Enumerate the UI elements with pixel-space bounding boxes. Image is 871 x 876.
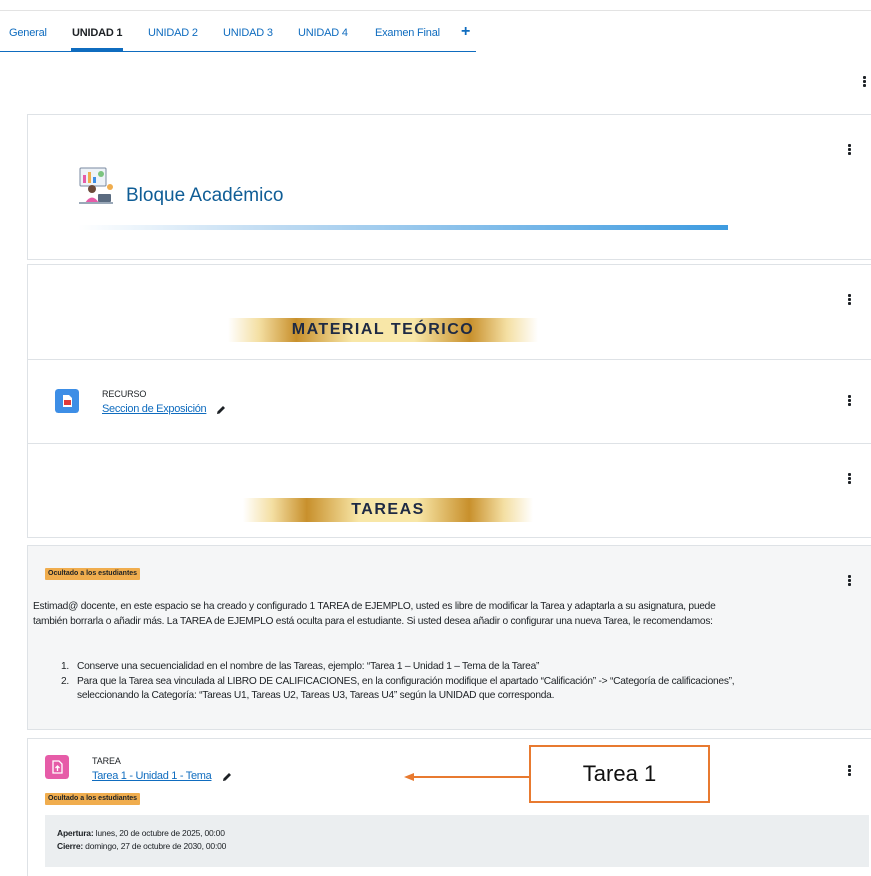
section-menu-icon[interactable] — [860, 74, 870, 88]
annotation-arrow-icon — [404, 773, 530, 781]
activity-type-label: RECURSO — [102, 389, 147, 399]
activity-dates: Apertura: lunes, 20 de octubre de 2025, … — [45, 815, 869, 867]
bloque-academico-card: Bloque Académico — [27, 114, 871, 260]
card-menu-icon[interactable] — [845, 292, 855, 306]
section-tabs: General UNIDAD 1 UNIDAD 2 UNIDAD 3 UNIDA… — [0, 20, 476, 52]
tab-unidad-1[interactable]: UNIDAD 1 — [70, 27, 124, 51]
tareas-banner: TAREAS — [243, 498, 533, 522]
card-menu-icon[interactable] — [845, 573, 855, 587]
list-item: 1. Conserve una secuencialidad en el nomb… — [61, 661, 540, 672]
edit-pencil-icon[interactable] — [222, 772, 232, 782]
recurso-activity: RECURSO Seccion de Exposición — [27, 359, 871, 444]
tab-unidad-3[interactable]: UNIDAD 3 — [223, 27, 273, 39]
tab-unidad-4[interactable]: UNIDAD 4 — [298, 27, 348, 39]
bloque-title: Bloque Académico — [126, 185, 284, 206]
apertura-date: Apertura: lunes, 20 de octubre de 2025, … — [57, 828, 225, 838]
note-list: 1. Conserve una secuencialidad en el nomb… — [61, 660, 741, 704]
tab-general[interactable]: General — [9, 27, 47, 39]
note-card: Ocultado a los estudiantes Estimad@ doce… — [27, 545, 871, 730]
activity-menu-icon[interactable] — [845, 393, 855, 407]
tarea-link[interactable]: Tarea 1 - Unidad 1 - Tema — [92, 770, 212, 782]
material-teorico-card: MATERIAL TEÓRICO — [27, 264, 871, 360]
hidden-badge: Ocultado a los estudiantes — [45, 793, 141, 805]
assignment-upload-icon — [45, 755, 69, 779]
tareas-card: TAREAS — [27, 443, 871, 538]
activity-menu-icon[interactable] — [845, 763, 855, 777]
plus-icon[interactable]: + — [461, 23, 470, 41]
pdf-file-icon — [55, 389, 79, 413]
activity-type-label: TAREA — [92, 756, 121, 766]
teacher-illustration-icon — [79, 167, 113, 204]
top-divider — [0, 10, 871, 11]
material-teorico-banner: MATERIAL TEÓRICO — [228, 318, 538, 342]
list-item: 2. Para que la Tarea sea vinculada al LIB… — [61, 675, 735, 702]
hidden-badge: Ocultado a los estudiantes — [45, 568, 141, 580]
edit-pencil-icon[interactable] — [216, 405, 226, 415]
recurso-link[interactable]: Seccion de Exposición — [102, 403, 207, 415]
title-underline — [78, 225, 728, 230]
note-paragraph: Estimad@ docente, en este espacio se ha … — [33, 601, 716, 627]
card-menu-icon[interactable] — [845, 142, 855, 156]
annotation-label: Tarea 1 — [529, 745, 710, 803]
tab-unidad-2[interactable]: UNIDAD 2 — [148, 27, 198, 39]
cierre-date: Cierre: domingo, 27 de octubre de 2030, … — [57, 841, 227, 851]
tab-examen-final[interactable]: Examen Final — [375, 27, 440, 39]
card-menu-icon[interactable] — [845, 471, 855, 485]
